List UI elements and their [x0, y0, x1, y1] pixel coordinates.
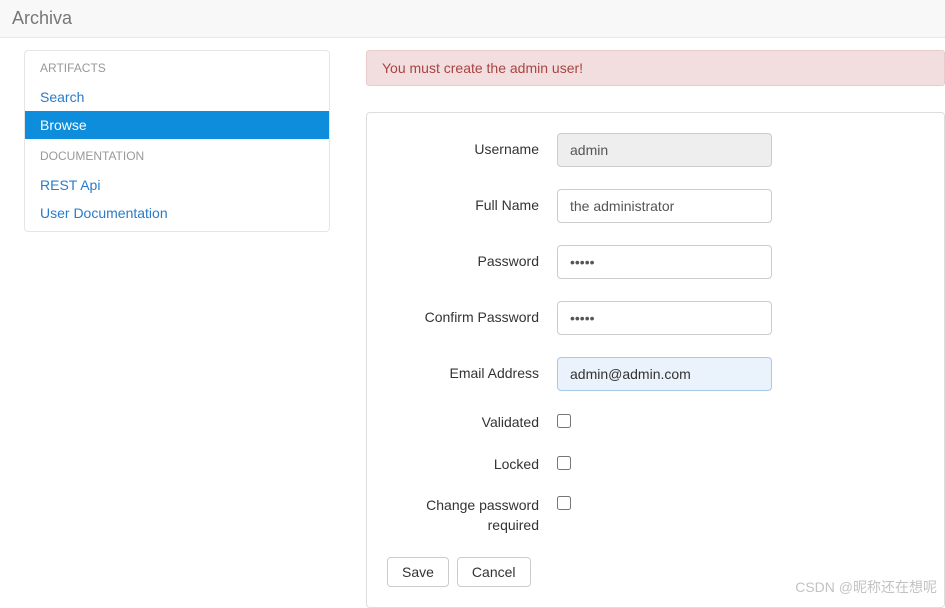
confirm-password-field[interactable]	[557, 301, 772, 335]
label-confirm-password: Confirm Password	[387, 308, 557, 328]
username-field	[557, 133, 772, 167]
label-validated: Validated	[387, 413, 557, 433]
sidebar-item-label: Search	[40, 89, 84, 105]
sidebar-item-user-documentation[interactable]: User Documentation	[25, 199, 329, 227]
sidebar-item-browse[interactable]: Browse	[25, 111, 329, 139]
create-admin-panel: Username Full Name Password Confirm Pass…	[366, 112, 945, 608]
sidebar-item-search[interactable]: Search	[25, 83, 329, 111]
button-row: Save Cancel	[387, 557, 924, 587]
alert-admin-required: You must create the admin user!	[366, 50, 945, 86]
row-username: Username	[387, 133, 924, 167]
label-change-password-required: Change password required	[387, 496, 557, 535]
sidebar-item-label: REST Api	[40, 177, 100, 193]
brand-title: Archiva	[12, 8, 72, 28]
change-password-required-checkbox[interactable]	[557, 496, 571, 510]
row-locked: Locked	[387, 455, 924, 475]
row-change-password: Change password required	[387, 496, 924, 535]
password-field[interactable]	[557, 245, 772, 279]
locked-checkbox[interactable]	[557, 456, 571, 470]
layout: ARTIFACTS Search Browse DOCUMENTATION RE…	[0, 38, 945, 608]
cancel-button[interactable]: Cancel	[457, 557, 531, 587]
row-fullname: Full Name	[387, 189, 924, 223]
row-email: Email Address	[387, 357, 924, 391]
main: You must create the admin user! Username…	[330, 50, 945, 608]
label-email: Email Address	[387, 364, 557, 384]
label-locked: Locked	[387, 455, 557, 475]
row-validated: Validated	[387, 413, 924, 433]
row-password: Password	[387, 245, 924, 279]
row-confirm-password: Confirm Password	[387, 301, 924, 335]
save-button[interactable]: Save	[387, 557, 449, 587]
sidebar-item-label: Browse	[40, 117, 87, 133]
label-fullname: Full Name	[387, 196, 557, 216]
sidebar-section-documentation: DOCUMENTATION	[25, 139, 329, 171]
fullname-field[interactable]	[557, 189, 772, 223]
sidebar-wrap: ARTIFACTS Search Browse DOCUMENTATION RE…	[0, 50, 330, 608]
label-username: Username	[387, 140, 557, 160]
email-field[interactable]	[557, 357, 772, 391]
sidebar-item-rest-api[interactable]: REST Api	[25, 171, 329, 199]
sidebar: ARTIFACTS Search Browse DOCUMENTATION RE…	[24, 50, 330, 232]
label-password: Password	[387, 252, 557, 272]
validated-checkbox[interactable]	[557, 414, 571, 428]
topbar: Archiva	[0, 0, 945, 38]
sidebar-item-label: User Documentation	[40, 205, 168, 221]
sidebar-section-artifacts: ARTIFACTS	[25, 51, 329, 83]
